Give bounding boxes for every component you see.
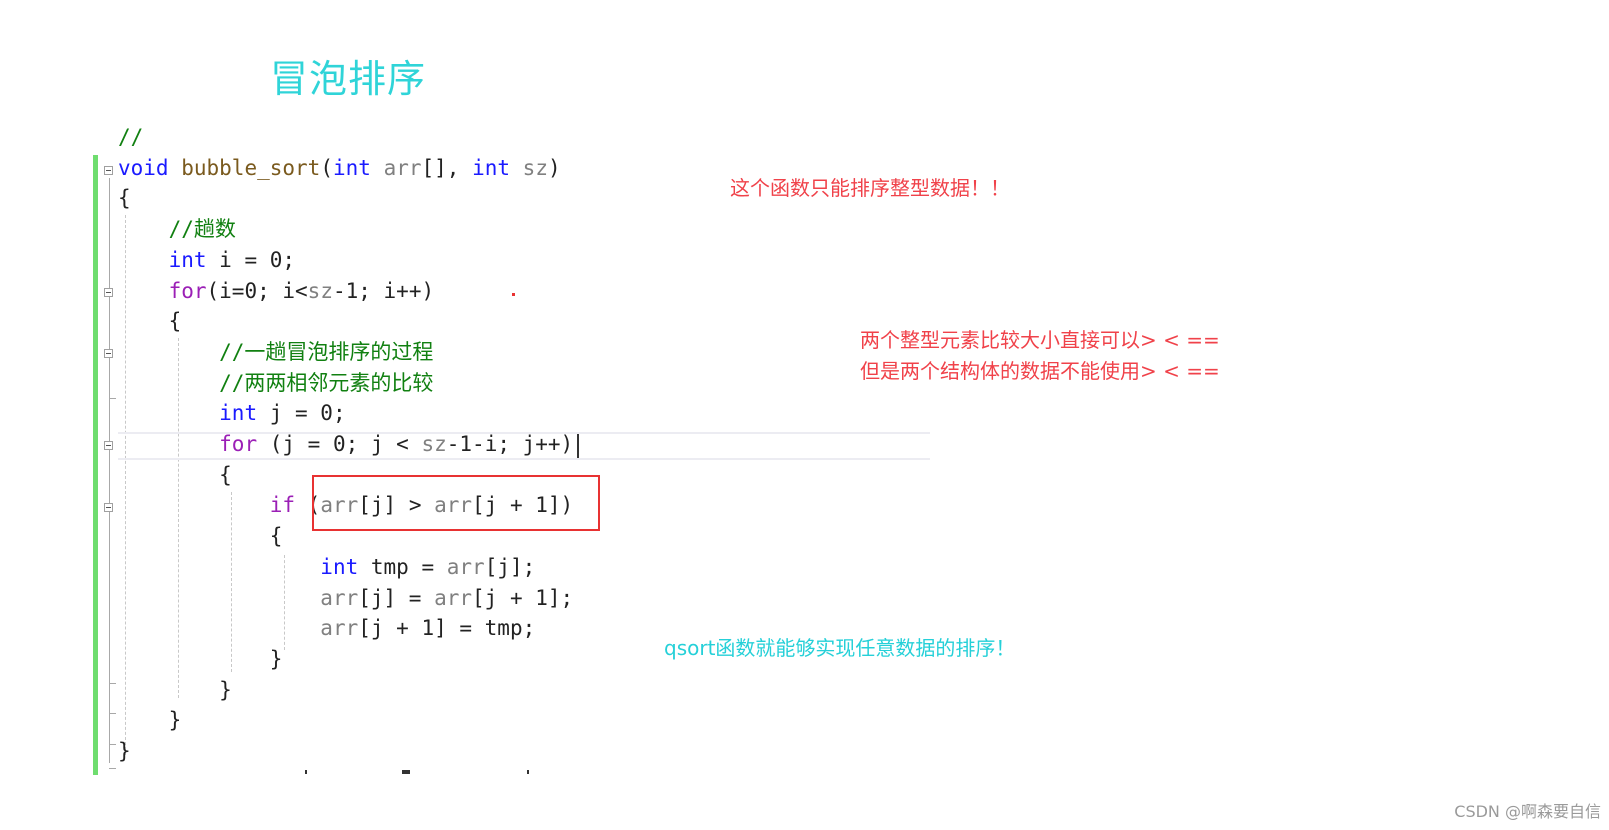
text-caret <box>577 434 579 458</box>
note-compare-int: 两个整型元素比较大小直接可以> < == <box>860 328 1220 352</box>
collapse-function-icon[interactable] <box>104 166 113 175</box>
code-token: sz <box>307 278 333 303</box>
code-token: //趟数 <box>118 217 236 242</box>
code-token: if <box>269 493 296 518</box>
code-token: tmp = <box>358 554 447 579</box>
code-line[interactable]: { <box>118 183 131 213</box>
code-token: -1-i; j++) <box>446 432 574 456</box>
code-token: { <box>118 462 232 487</box>
code-token: for <box>219 432 258 456</box>
code-token: [j + 1]; <box>472 585 574 610</box>
collapse-if-icon[interactable] <box>104 503 113 512</box>
outline-tick <box>109 713 116 714</box>
code-token: bubble_sort <box>181 155 321 180</box>
code-token: (i=0; i< <box>206 278 308 303</box>
code-line[interactable]: } <box>118 736 131 766</box>
code-token: int <box>320 554 359 579</box>
code-token: int <box>332 155 371 180</box>
code-token: sz <box>522 155 548 180</box>
code-token: arr <box>320 616 359 641</box>
code-token: [j]; <box>484 554 536 579</box>
code-line[interactable]: } <box>118 705 182 735</box>
code-line[interactable]: for(i=0; i<sz-1; i++) <box>118 276 435 306</box>
code-line[interactable]: for (j = 0; j < sz-1-i; j++) <box>118 429 573 459</box>
code-token: //两两相邻元素的比较 <box>118 370 434 395</box>
outline-tick <box>109 768 116 769</box>
code-line[interactable]: int j = 0; <box>118 398 346 428</box>
outline-line <box>109 178 110 763</box>
clipped-text-fragment <box>527 770 529 774</box>
code-token: ( <box>320 155 333 180</box>
code-line[interactable]: // <box>118 122 143 152</box>
code-token: -1; i++) <box>332 278 435 303</box>
code-token: j = 0; <box>257 401 346 426</box>
code-line[interactable]: int tmp = arr[j]; <box>118 552 535 582</box>
note-compare-struct: 但是两个结构体的数据不能使用> < == <box>860 359 1220 383</box>
code-token: int <box>472 155 511 180</box>
note-int-only: 这个函数只能排序整型数据！！ <box>730 176 1010 200</box>
outline-tick <box>109 744 116 745</box>
code-token: void <box>118 155 169 180</box>
note-qsort: qsort函数就能够实现任意数据的排序！ <box>664 636 1016 660</box>
code-line[interactable]: //一趟冒泡排序的过程 <box>118 337 433 367</box>
code-token: arr <box>434 585 473 610</box>
outline-tick <box>109 683 116 684</box>
code-token: { <box>118 309 182 334</box>
code-token: (j = 0; j < <box>257 432 422 456</box>
code-token: // <box>118 125 144 149</box>
code-token: [], <box>421 155 473 180</box>
clipped-text-fragment <box>305 770 307 774</box>
code-token: } <box>118 677 232 702</box>
code-token: { <box>118 186 131 211</box>
code-line[interactable]: //两两相邻元素的比较 <box>118 368 433 398</box>
collapse-comment-icon[interactable] <box>104 349 113 358</box>
code-line[interactable]: { <box>118 306 182 336</box>
code-token: int <box>168 247 207 272</box>
code-line[interactable]: { <box>118 460 232 490</box>
code-token: arr <box>446 554 485 579</box>
code-token: int <box>219 401 258 426</box>
change-tracking-bar <box>93 155 98 775</box>
code-line[interactable]: int i = 0; <box>118 245 295 275</box>
code-token: //一趟冒泡排序的过程 <box>118 339 434 364</box>
code-token: arr <box>320 585 359 610</box>
code-token: [j + 1] = tmp; <box>358 616 536 641</box>
annotation-dot <box>512 293 515 296</box>
code-line[interactable]: //趟数 <box>118 214 236 244</box>
code-token: ) <box>547 155 561 180</box>
page-title: 冒泡排序 <box>270 57 427 101</box>
code-line[interactable]: { <box>118 521 283 551</box>
watermark: CSDN @啊森要自信 <box>1454 802 1601 821</box>
code-token: } <box>118 739 131 763</box>
code-token: { <box>118 524 283 549</box>
code-token: } <box>118 646 283 671</box>
code-line[interactable]: arr[j] = arr[j + 1]; <box>118 583 573 613</box>
code-line[interactable]: } <box>118 644 283 674</box>
code-line[interactable]: void bubble_sort(int arr[], int sz) <box>118 153 561 183</box>
code-token: sz <box>421 432 447 456</box>
code-line[interactable]: arr[j + 1] = tmp; <box>118 613 535 643</box>
code-token: arr <box>383 155 422 180</box>
collapse-outer-loop-icon[interactable] <box>104 288 113 297</box>
comparison-highlight-box <box>312 475 600 531</box>
clipped-text-fragment <box>402 770 410 774</box>
code-token: [j] = <box>358 585 435 610</box>
code-token: i = 0; <box>206 247 296 272</box>
outline-tick <box>109 398 116 399</box>
code-token: for <box>168 278 207 303</box>
code-line[interactable]: } <box>118 675 232 705</box>
collapse-inner-loop-icon[interactable] <box>104 441 113 450</box>
code-token: } <box>118 708 182 733</box>
